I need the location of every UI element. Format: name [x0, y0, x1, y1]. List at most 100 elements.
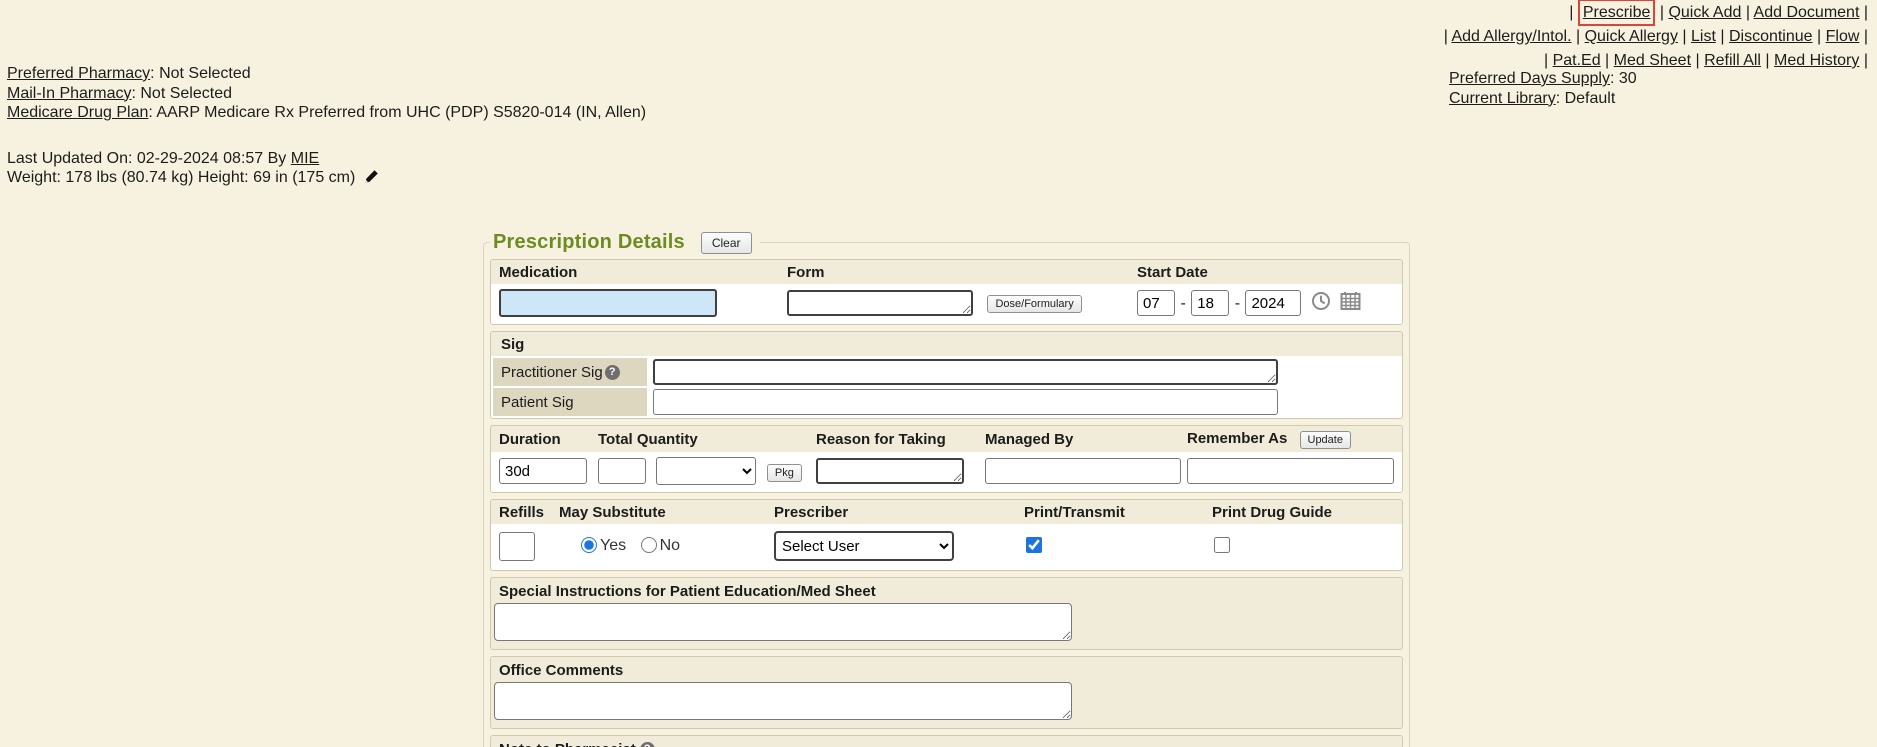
duration-input[interactable] [499, 458, 587, 484]
refills-label: Refills [491, 504, 551, 521]
nav-link-flow[interactable]: Flow [1826, 28, 1860, 45]
may-substitute-yes-option[interactable]: Yes [581, 537, 626, 554]
info-line-mail-in-pharmacy: Mail-In Pharmacy: Not Selected [7, 84, 646, 104]
special-instructions-label: Special Instructions for Patient Educati… [491, 578, 1402, 601]
practitioner-sig-help-icon[interactable]: ? [605, 365, 620, 380]
start-date-label: Start Date [1129, 264, 1402, 281]
refills-input[interactable] [499, 532, 535, 561]
prescriber-select[interactable]: Select User [774, 531, 954, 561]
start-date-month-input[interactable] [1137, 290, 1175, 316]
nav-link-add-allergy-intol[interactable]: Add Allergy/Intol. [1451, 28, 1571, 45]
nav-link-pat-ed[interactable]: Pat.Ed [1553, 52, 1601, 69]
note-to-pharmacist-help-icon[interactable]: ? [640, 742, 655, 747]
practitioner-sig-row: Practitioner Sig ? [493, 358, 1400, 386]
nav-row-prescribe: | Prescribe | Quick Add | Add Document | [1444, 1, 1868, 24]
clock-icon[interactable] [1311, 298, 1335, 315]
nav-link-add-document[interactable]: Add Document [1754, 4, 1860, 21]
managed-by-label: Managed By [977, 431, 1179, 448]
info-line-current-library: Current Library: Default [1449, 89, 1637, 109]
reason-for-taking-input[interactable] [816, 458, 964, 484]
info-link-mail-in-pharmacy[interactable]: Mail-In Pharmacy [7, 85, 131, 102]
edit-vitals-pencil-icon[interactable] [364, 169, 379, 190]
sig-header: Sig [491, 332, 1402, 356]
total-quantity-input[interactable] [598, 458, 646, 484]
may-substitute-label: May Substitute [551, 504, 766, 521]
info-link-current-library[interactable]: Current Library [1449, 90, 1556, 107]
patient-sig-row: Patient Sig [493, 388, 1400, 416]
reason-label: Reason for Taking [808, 431, 977, 448]
nav-link-med-history[interactable]: Med History [1774, 52, 1859, 69]
pkg-button[interactable]: Pkg [767, 464, 802, 482]
print-transmit-checkbox[interactable] [1026, 537, 1042, 553]
patient-sig-label: Patient Sig [501, 394, 574, 411]
info-link-medicare-drug-plan[interactable]: Medicare Drug Plan [7, 104, 148, 121]
print-drug-guide-checkbox[interactable] [1214, 537, 1230, 553]
info-line-medicare-drug-plan: Medicare Drug Plan: AARP Medicare Rx Pre… [7, 103, 646, 123]
prescription-details-legend: Prescription Details Clear [490, 231, 760, 254]
page-title: Prescription Details [493, 231, 685, 254]
duration-label: Duration [491, 431, 590, 448]
info-link-preferred-days-supply[interactable]: Preferred Days Supply [1449, 70, 1610, 87]
practitioner-sig-input[interactable] [653, 359, 1278, 385]
nav-link-discontinue[interactable]: Discontinue [1729, 28, 1813, 45]
office-comments-label: Office Comments [491, 657, 1402, 680]
last-updated-user-link[interactable]: MIE [291, 150, 319, 167]
vitals-text: Weight: 178 lbs (80.74 kg) Height: 69 in… [7, 169, 355, 186]
start-date-day-input[interactable] [1191, 290, 1229, 316]
vitals-line: Weight: 178 lbs (80.74 kg) Height: 69 in… [7, 168, 646, 190]
prescribe-highlight-box: Prescribe [1578, 0, 1656, 26]
nav-link-prescribe[interactable]: Prescribe [1583, 4, 1651, 21]
top-nav: | Prescribe | Quick Add | Add Document |… [1444, 1, 1868, 73]
special-instructions-input[interactable] [494, 603, 1072, 641]
print-transmit-label: Print/Transmit [1016, 504, 1204, 521]
details-section: Duration Total Quantity Reason for Takin… [490, 425, 1403, 493]
last-updated-text: Last Updated On: 02-29-2024 08:57 By [7, 150, 286, 167]
form-input[interactable] [787, 290, 973, 316]
info-line-preferred-days-supply: Preferred Days Supply: 30 [1449, 69, 1637, 89]
nav-link-quick-add[interactable]: Quick Add [1668, 4, 1741, 21]
remember-as-input[interactable] [1187, 458, 1394, 484]
patient-sig-input[interactable] [653, 389, 1278, 415]
form-label: Form [779, 264, 1129, 281]
medication-label: Medication [491, 264, 779, 281]
info-line-preferred-pharmacy: Preferred Pharmacy: Not Selected [7, 64, 646, 84]
practitioner-sig-label: Practitioner Sig [501, 364, 603, 381]
print-drug-guide-label: Print Drug Guide [1204, 504, 1402, 521]
note-to-pharmacist-label: Note to Pharmacist [499, 741, 636, 747]
nav-link-quick-allergy[interactable]: Quick Allergy [1585, 28, 1678, 45]
prescription-details-fieldset: Prescription Details Clear Medication Fo… [483, 231, 1410, 747]
nav-link-list[interactable]: List [1691, 28, 1716, 45]
office-comments-section: Office Comments [490, 656, 1403, 729]
medication-section: Medication Form Start Date Dose/Formular… [490, 259, 1403, 325]
dose-formulary-button[interactable]: Dose/Formulary [987, 295, 1081, 313]
managed-by-input[interactable] [985, 458, 1181, 484]
total-quantity-label: Total Quantity [590, 431, 808, 448]
nav-link-med-sheet[interactable]: Med Sheet [1614, 52, 1691, 69]
start-date-year-input[interactable] [1245, 290, 1301, 316]
options-section: Refills May Substitute Prescriber Print/… [490, 499, 1403, 571]
last-updated-line: Last Updated On: 02-29-2024 08:57 By MIE [7, 149, 646, 169]
note-to-pharmacist-section: Note to Pharmacist ? [490, 735, 1403, 747]
supply-info-block: Preferred Days Supply: 30Current Library… [1449, 69, 1637, 108]
medication-input[interactable] [499, 289, 717, 317]
sig-section: Sig Practitioner Sig ? Patient Sig [490, 331, 1403, 419]
calendar-icon[interactable] [1340, 298, 1361, 315]
pharmacy-lines: Preferred Pharmacy: Not SelectedMail-In … [7, 64, 646, 123]
remember-as-label: Remember As [1187, 430, 1287, 447]
special-instructions-section: Special Instructions for Patient Educati… [490, 577, 1403, 650]
nav-row-allergy: | Add Allergy/Intol. | Quick Allergy | L… [1444, 25, 1868, 48]
may-substitute-no-option[interactable]: No [641, 537, 680, 554]
prescriber-label: Prescriber [766, 504, 1016, 521]
quantity-unit-select[interactable] [656, 457, 756, 485]
supply-lines: Preferred Days Supply: 30Current Library… [1449, 69, 1637, 108]
office-comments-input[interactable] [494, 682, 1072, 720]
info-link-preferred-pharmacy[interactable]: Preferred Pharmacy [7, 65, 150, 82]
pharmacy-info-block: Preferred Pharmacy: Not SelectedMail-In … [7, 64, 646, 190]
date-separator: - [1235, 295, 1240, 312]
date-separator: - [1180, 295, 1185, 312]
may-substitute-no-radio[interactable] [641, 537, 657, 553]
clear-button[interactable]: Clear [701, 232, 752, 254]
update-button[interactable]: Update [1300, 431, 1351, 449]
nav-link-refill-all[interactable]: Refill All [1704, 52, 1761, 69]
may-substitute-yes-radio[interactable] [581, 537, 597, 553]
